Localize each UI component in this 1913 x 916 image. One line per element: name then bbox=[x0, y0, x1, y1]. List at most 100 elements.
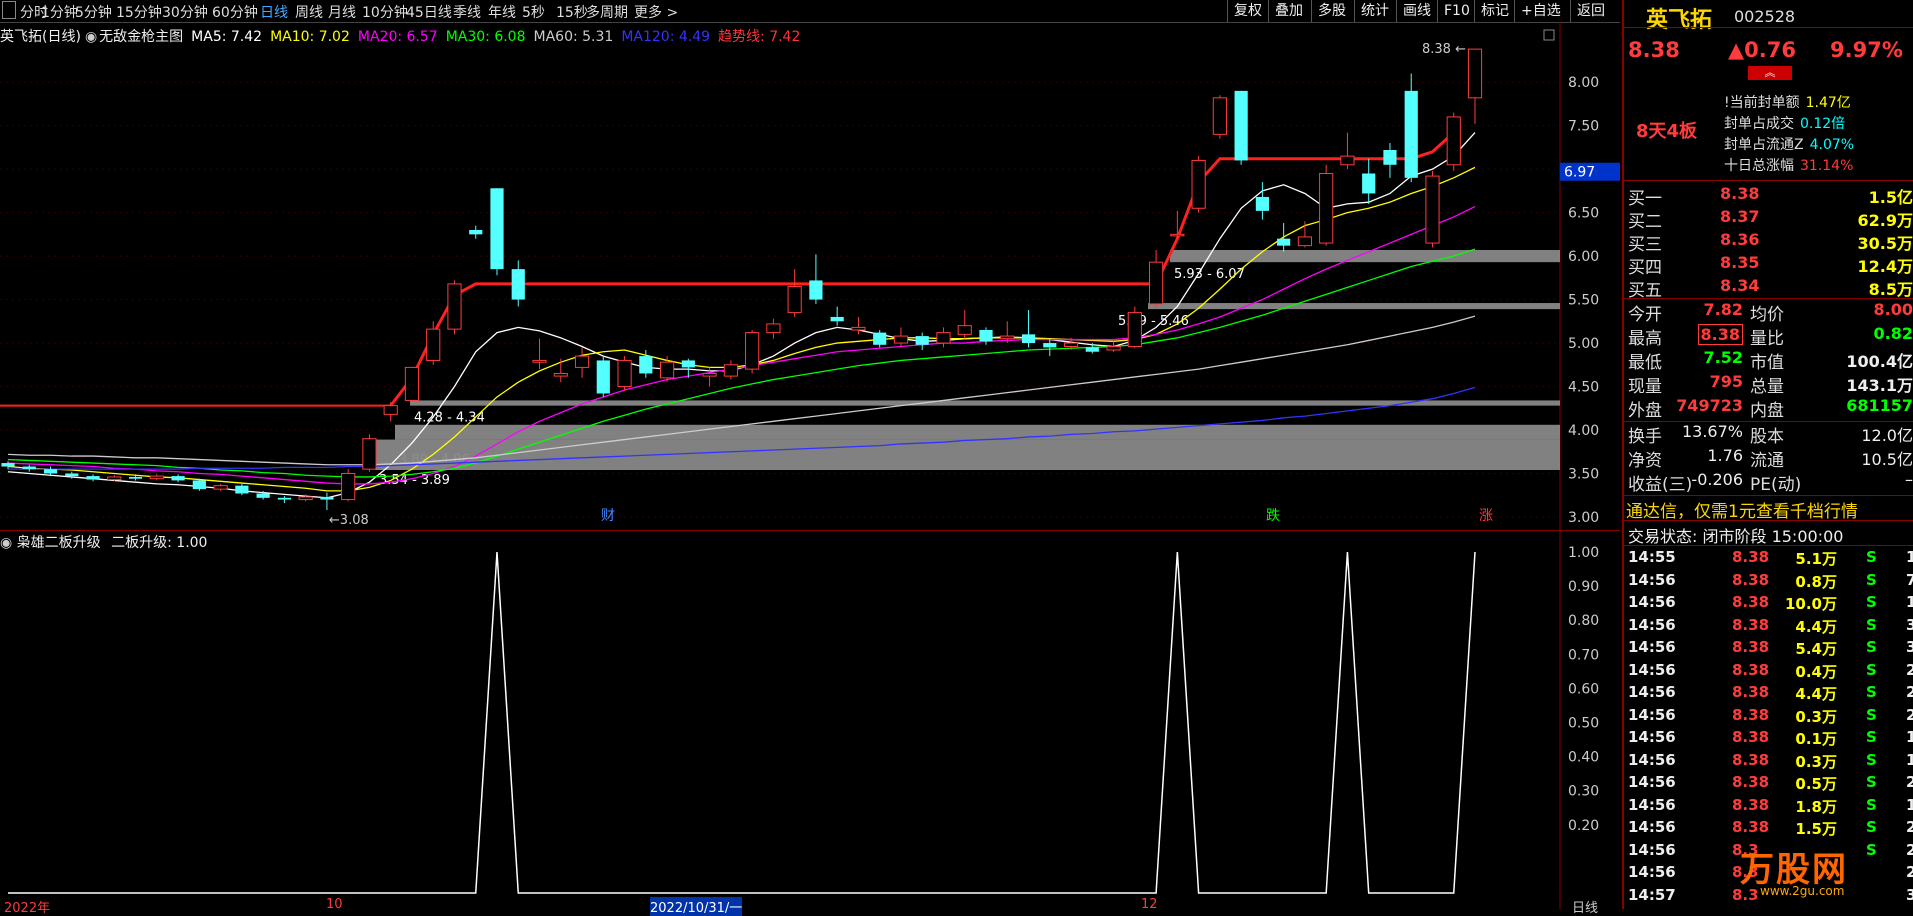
candle bbox=[86, 474, 100, 482]
y-tick-label: 3.00 bbox=[1568, 510, 1599, 526]
candlestick-chart[interactable]: 8.007.507.006.506.005.505.004.504.003.50… bbox=[0, 22, 1620, 530]
menu-icon[interactable] bbox=[2, 1, 16, 19]
trade-time: 14:56 bbox=[1628, 840, 1676, 859]
toolbar-button-6[interactable]: 标记 bbox=[1474, 0, 1515, 22]
period-tab-16[interactable]: 更多 > bbox=[634, 2, 678, 22]
trade-time: 14:56 bbox=[1628, 728, 1676, 746]
toolbar-button-7[interactable]: +自选 bbox=[1514, 0, 1567, 22]
event-marker-2[interactable]: 涨 bbox=[1479, 508, 1493, 524]
bid-label: 买三 bbox=[1628, 235, 1662, 255]
period-tab-11[interactable]: 季线 bbox=[453, 2, 481, 22]
period-tab-1[interactable]: 1分钟 bbox=[41, 2, 78, 22]
y-tick-label: 8.00 bbox=[1568, 75, 1599, 91]
event-marker-1[interactable]: 跌 bbox=[1266, 508, 1280, 524]
window-icon[interactable] bbox=[1543, 29, 1555, 41]
hsep bbox=[1624, 298, 1913, 299]
board-tag: 8天4板 bbox=[1636, 121, 1698, 142]
stat-value: 100.4亿 bbox=[1846, 352, 1913, 371]
trade-volume: 5.4万 bbox=[1795, 640, 1837, 658]
candle bbox=[1127, 306, 1142, 349]
candle bbox=[1, 461, 15, 470]
collapse-arrow-icon[interactable]: ︽ bbox=[1748, 66, 1792, 80]
candle bbox=[490, 188, 504, 276]
period-tab-2[interactable]: 5分钟 bbox=[75, 2, 112, 22]
trade-side: S bbox=[1866, 660, 1877, 679]
candle-body bbox=[957, 325, 972, 335]
candle-body bbox=[1255, 196, 1269, 211]
candle-body bbox=[830, 316, 844, 322]
candle bbox=[1277, 223, 1291, 252]
toolbar-button-1[interactable]: 叠加 bbox=[1268, 0, 1309, 22]
candle-body bbox=[277, 497, 291, 500]
sub-y-tick-label: 0.80 bbox=[1568, 613, 1599, 629]
period-tab-7[interactable]: 周线 bbox=[295, 2, 323, 22]
trade-time: 14:56 bbox=[1628, 570, 1676, 589]
candle bbox=[213, 483, 228, 491]
stat2-value: 13.67% bbox=[1681, 422, 1743, 441]
period-tab-4[interactable]: 30分钟 bbox=[162, 2, 208, 22]
trade-price: 8.38 bbox=[1732, 548, 1770, 566]
indicator-chart[interactable]: 1.00 0.90 0.80 0.70 0.60 0.50 0.40 0.30 0.20 bbox=[0, 531, 1620, 909]
sub-y-tick-label: 0.60 bbox=[1568, 681, 1599, 697]
candle-body bbox=[979, 330, 993, 342]
trade-time: 14:55 bbox=[1628, 548, 1676, 566]
period-tab-3[interactable]: 15分钟 bbox=[116, 2, 162, 22]
candle bbox=[171, 474, 185, 483]
period-tab-8[interactable]: 月线 bbox=[328, 2, 356, 22]
toolbar-button-0[interactable]: 复权 bbox=[1227, 0, 1268, 22]
trade-volume: 1.5万 bbox=[1795, 820, 1837, 838]
seal-info-value: 4.07% bbox=[1809, 137, 1855, 153]
period-tab-6[interactable]: 日线 bbox=[260, 2, 288, 22]
sub-y-tick-label: 0.20 bbox=[1568, 818, 1599, 834]
candle-body bbox=[426, 328, 441, 361]
collapse-icon[interactable]: ◉ bbox=[0, 535, 12, 551]
trade-side: S bbox=[1866, 705, 1877, 724]
axis-label-3: 12 bbox=[1141, 897, 1158, 912]
ma-line-趋势线 bbox=[389, 131, 1455, 407]
candle bbox=[809, 254, 823, 304]
period-toolbar: 分时 1分钟 5分钟 15分钟 30分钟 60分钟 日线 周线 月线 10分钟 45日线 季线 年线 5秒… bbox=[0, 0, 1620, 23]
seal-info-value: 31.14% bbox=[1800, 158, 1854, 174]
trade-time: 14:57 bbox=[1628, 885, 1676, 904]
toolbar-button-5[interactable]: F10 bbox=[1437, 0, 1476, 22]
period-tab-15[interactable]: 多周期 bbox=[586, 2, 628, 22]
seal-info-row: 封单占流通Z 4.07% bbox=[1724, 134, 1854, 154]
trade-count: 2 bbox=[1906, 660, 1913, 679]
stock-name: 英飞拓 bbox=[1646, 8, 1713, 33]
promo-banner[interactable]: 通达信，仅需1元查看千档行情 bbox=[1626, 497, 1858, 522]
sub-y-tick-label: 0.40 bbox=[1568, 750, 1599, 766]
toolbar-button-4[interactable]: 画线 bbox=[1396, 0, 1437, 22]
trade-volume: 1.8万 bbox=[1795, 797, 1837, 816]
candle bbox=[1148, 250, 1164, 309]
candle bbox=[1234, 90, 1248, 165]
trade-time: 14:56 bbox=[1628, 683, 1676, 701]
candle-body bbox=[65, 473, 79, 477]
trade-time: 14:56 bbox=[1628, 795, 1676, 814]
period-tab-12[interactable]: 年线 bbox=[488, 2, 516, 22]
event-marker-0[interactable]: 财 bbox=[601, 508, 615, 524]
candle bbox=[1021, 310, 1036, 348]
toolbar-button-3[interactable]: 统计 bbox=[1354, 0, 1395, 22]
period-tab-9[interactable]: 10分钟 bbox=[362, 2, 408, 22]
bid-label: 买二 bbox=[1628, 212, 1662, 232]
bid-price: 8.34 bbox=[1720, 276, 1760, 295]
candle-body bbox=[553, 372, 568, 377]
trade-price: 8.38 bbox=[1732, 683, 1770, 701]
candle-body bbox=[298, 496, 313, 501]
period-tab-14[interactable]: 15秒 bbox=[556, 2, 588, 22]
period-tab-13[interactable]: 5秒 bbox=[522, 2, 545, 22]
period-tab-5[interactable]: 60分钟 bbox=[212, 2, 258, 22]
trade-price: 8.38 bbox=[1732, 570, 1770, 589]
stat-label: 最低 bbox=[1628, 353, 1662, 373]
trade-volume: 0.3万 bbox=[1795, 752, 1837, 771]
candle bbox=[915, 332, 929, 350]
bid-price: 8.37 bbox=[1720, 207, 1760, 226]
candle bbox=[787, 269, 802, 317]
candle-body bbox=[1362, 173, 1376, 194]
bid-label: 买一 bbox=[1628, 189, 1662, 209]
period-tab-10[interactable]: 45日线 bbox=[406, 2, 452, 22]
toolbar-button-2[interactable]: 多股 bbox=[1311, 0, 1352, 22]
toolbar-button-8[interactable]: 返回 bbox=[1570, 0, 1611, 22]
axis-label-0: 2022年 bbox=[4, 901, 51, 916]
candle-body bbox=[1000, 335, 1015, 340]
